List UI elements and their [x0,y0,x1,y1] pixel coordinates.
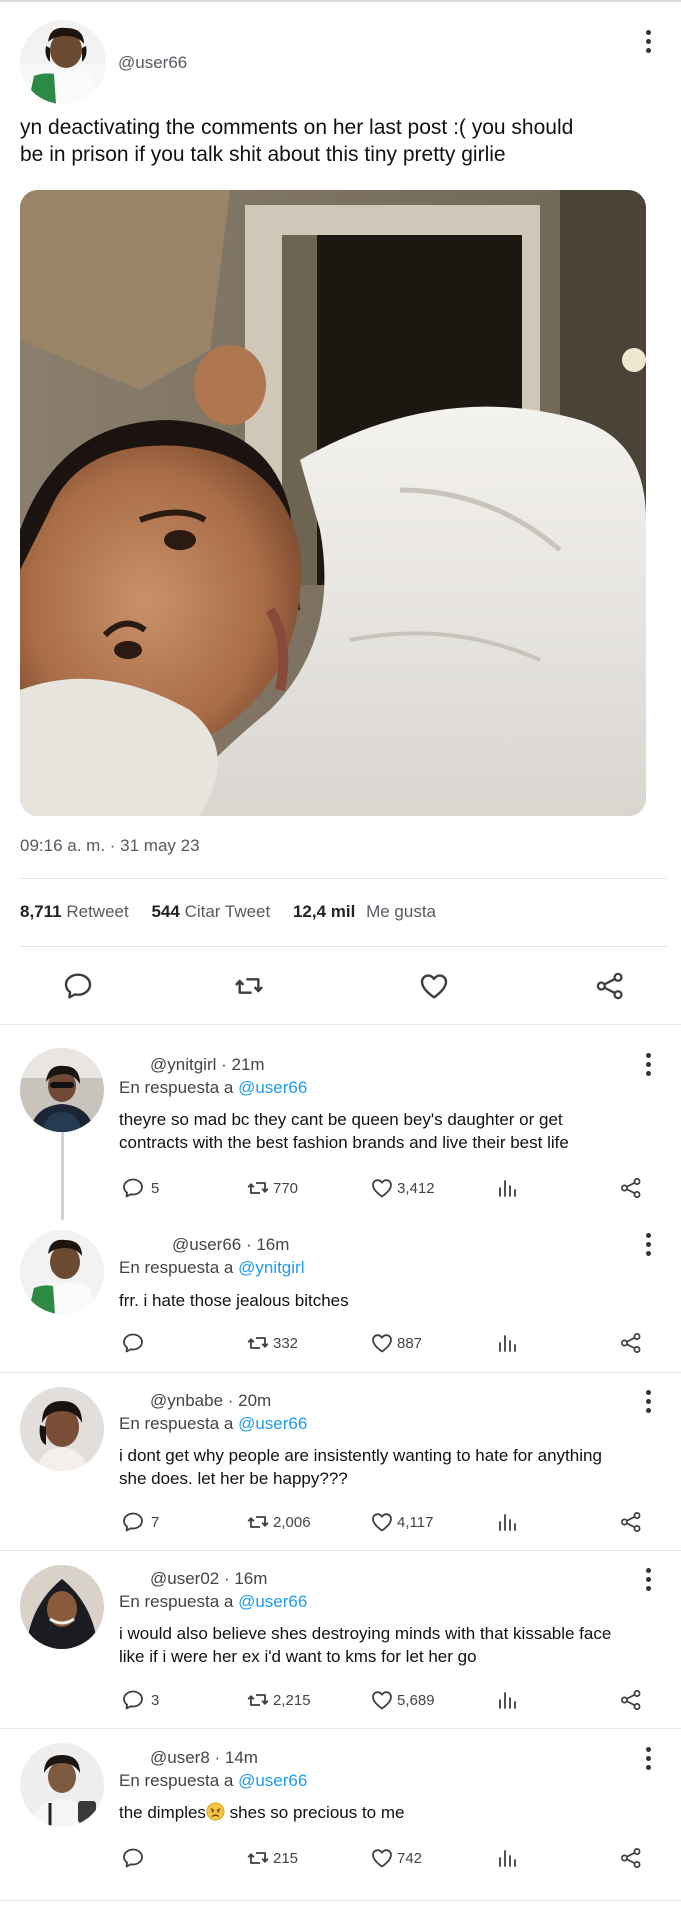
more-options-icon[interactable] [646,1390,652,1417]
comment-icon[interactable] [121,1331,145,1355]
more-options-icon[interactable] [646,30,652,57]
reply-avatar[interactable] [20,1565,104,1649]
post-text-line-1: yn deactivating the comments on her last… [20,116,574,139]
reply-context: En respuesta a @user66 [119,1414,308,1433]
reply-text: theyre so mad bc they cant be queen bey'… [119,1110,569,1152]
heart-icon[interactable] [370,1688,394,1712]
analytics-icon[interactable] [495,1331,519,1355]
retweet-icon[interactable] [246,1176,270,1200]
share-icon[interactable] [594,970,626,1002]
thread-line [61,1128,64,1220]
reply-handle[interactable]: @user66 · 16m [172,1235,289,1255]
actions-bottom-divider [0,1024,681,1025]
retweet-icon[interactable] [246,1688,270,1712]
retweet-count: 332 [273,1335,299,1352]
like-count: 887 [397,1335,423,1352]
retweet-stat[interactable]: 8,711 Retweet [20,902,133,921]
reply-text: frr. i hate those jealous bitches [119,1291,349,1310]
reply-handle[interactable]: @ynitgirl · 21m [150,1055,265,1075]
comment-icon[interactable] [121,1176,145,1200]
share-icon[interactable] [619,1688,643,1712]
retweet-count: 215 [273,1850,299,1867]
stats-top-divider [20,878,667,879]
analytics-icon[interactable] [495,1846,519,1870]
comment-icon[interactable] [121,1846,145,1870]
analytics-icon[interactable] [495,1688,519,1712]
retweet-icon[interactable] [246,1331,270,1355]
post-avatar[interactable] [20,20,106,104]
post-stats: 8,711 Retweet 544 Citar Tweet 12,4 mil M… [20,902,436,922]
analytics-icon[interactable] [495,1176,519,1200]
reply-to-link[interactable]: @user66 [238,1078,307,1097]
reply-divider [0,1550,681,1551]
worried-face-emoji [206,1802,225,1827]
reply-handle[interactable]: @ynbabe · 20m [150,1391,271,1411]
like-stat[interactable]: 12,4 mil Me gusta [293,902,436,921]
reply-context: En respuesta a @user66 [119,1078,308,1097]
share-icon[interactable] [619,1846,643,1870]
comment-icon[interactable] [62,970,94,1002]
retweet-count: 770 [273,1180,299,1197]
reply-to-link[interactable]: @user66 [238,1771,307,1790]
comment-count: 3 [151,1692,160,1709]
like-count: 5,689 [397,1692,435,1709]
stats-bottom-divider [20,946,667,947]
reply-avatar[interactable] [20,1743,104,1827]
heart-icon[interactable] [370,1331,394,1355]
reply-text: i would also believe shes destroying min… [119,1624,612,1666]
reply-divider [0,1728,681,1729]
reply-to-link[interactable]: @user66 [238,1592,307,1611]
heart-icon[interactable] [370,1176,394,1200]
post-text: yn deactivating the comments on her last… [20,114,670,168]
share-icon[interactable] [619,1176,643,1200]
reply-avatar[interactable] [20,1387,104,1471]
reply-avatar[interactable] [20,1048,104,1132]
reply-text: the dimples shes so precious to me [119,1801,404,1827]
comment-count: 7 [151,1514,160,1531]
reply-avatar[interactable] [20,1230,104,1314]
reply-context: En respuesta a @ynitgirl [119,1258,305,1277]
comment-count: 5 [151,1180,160,1197]
post-handle[interactable]: @user66 [118,53,187,73]
reply-to-link[interactable]: @ynitgirl [238,1258,304,1277]
post-timestamp: 09:16 a. m. · 31 may 23 [20,836,200,855]
like-count: 4,117 [397,1514,434,1531]
comment-icon[interactable] [121,1510,145,1534]
retweet-count: 2,215 [273,1692,311,1709]
bottom-divider [0,1900,681,1901]
like-count: 742 [397,1850,423,1867]
retweet-icon[interactable] [233,970,265,1002]
reply-to-link[interactable]: @user66 [238,1414,307,1433]
more-options-icon[interactable] [646,1053,652,1080]
more-options-icon[interactable] [646,1747,652,1774]
analytics-icon[interactable] [495,1510,519,1534]
retweet-icon[interactable] [246,1510,270,1534]
quote-stat[interactable]: 544 Citar Tweet [151,902,275,921]
reply-text: i dont get why people are insistently wa… [119,1446,602,1488]
like-count: 3,412 [397,1180,435,1197]
heart-icon[interactable] [370,1846,394,1870]
share-icon[interactable] [619,1510,643,1534]
more-options-icon[interactable] [646,1233,652,1260]
more-options-icon[interactable] [646,1568,652,1595]
post-text-line-2: be in prison if you talk shit about this… [20,143,506,166]
reply-context: En respuesta a @user66 [119,1771,308,1790]
reply-handle[interactable]: @user02 · 16m [150,1569,267,1589]
retweet-icon[interactable] [246,1846,270,1870]
heart-icon[interactable] [418,970,450,1002]
top-divider [0,0,681,2]
reply-context: En respuesta a @user66 [119,1592,308,1611]
reply-handle[interactable]: @user8 · 14m [150,1748,258,1768]
heart-icon[interactable] [370,1510,394,1534]
retweet-count: 2,006 [273,1514,311,1531]
post-photo[interactable] [20,190,646,816]
share-icon[interactable] [619,1331,643,1355]
comment-icon[interactable] [121,1688,145,1712]
reply-divider [0,1372,681,1373]
